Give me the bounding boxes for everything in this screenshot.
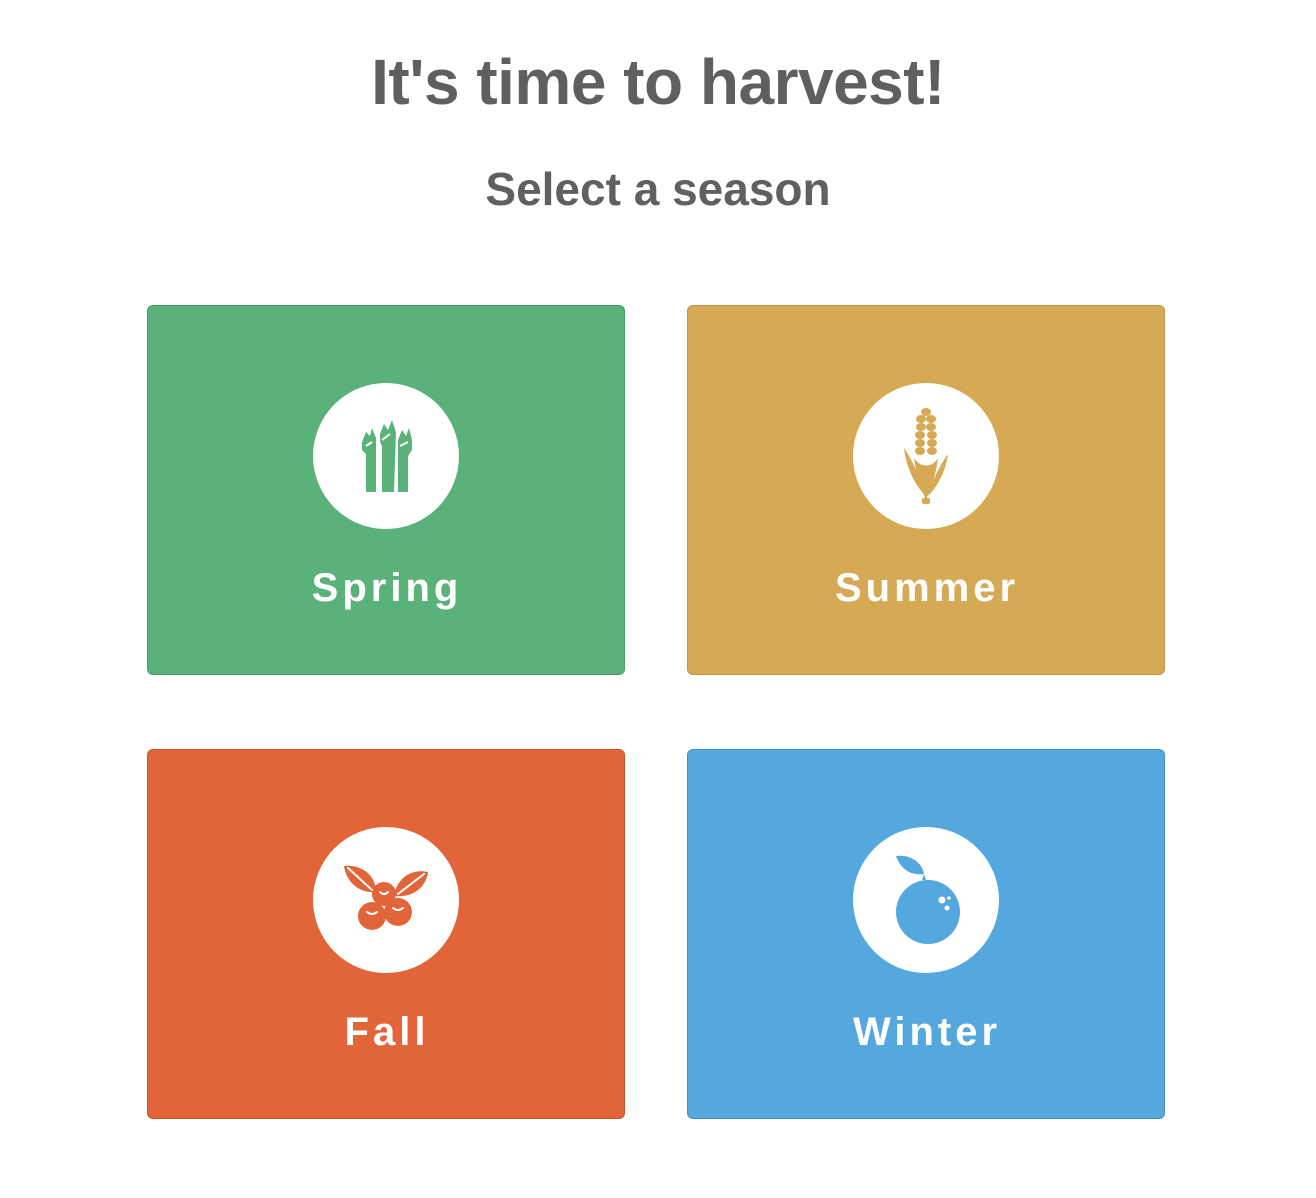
season-card-winter[interactable]: Winter: [687, 749, 1165, 1119]
page-subtitle: Select a season: [485, 163, 831, 215]
berries-icon: [344, 865, 428, 930]
season-card-spring[interactable]: Spring: [147, 305, 625, 675]
orange-icon: [896, 855, 960, 944]
icon-circle: [853, 383, 999, 529]
corn-icon: [904, 408, 948, 504]
season-label-summer: Summer: [834, 566, 1020, 610]
season-label-spring: Spring: [311, 566, 463, 610]
icon-circle: [313, 827, 459, 973]
asparagus-icon: [362, 420, 412, 492]
season-label-fall: Fall: [344, 1010, 430, 1054]
season-label-winter: Winter: [852, 1010, 1002, 1054]
icon-circle: [313, 383, 459, 529]
icon-circle: [853, 827, 999, 973]
page-title: It's time to harvest!: [371, 46, 945, 118]
season-card-summer[interactable]: Summer: [687, 305, 1165, 675]
season-card-fall[interactable]: Fall: [147, 749, 625, 1119]
